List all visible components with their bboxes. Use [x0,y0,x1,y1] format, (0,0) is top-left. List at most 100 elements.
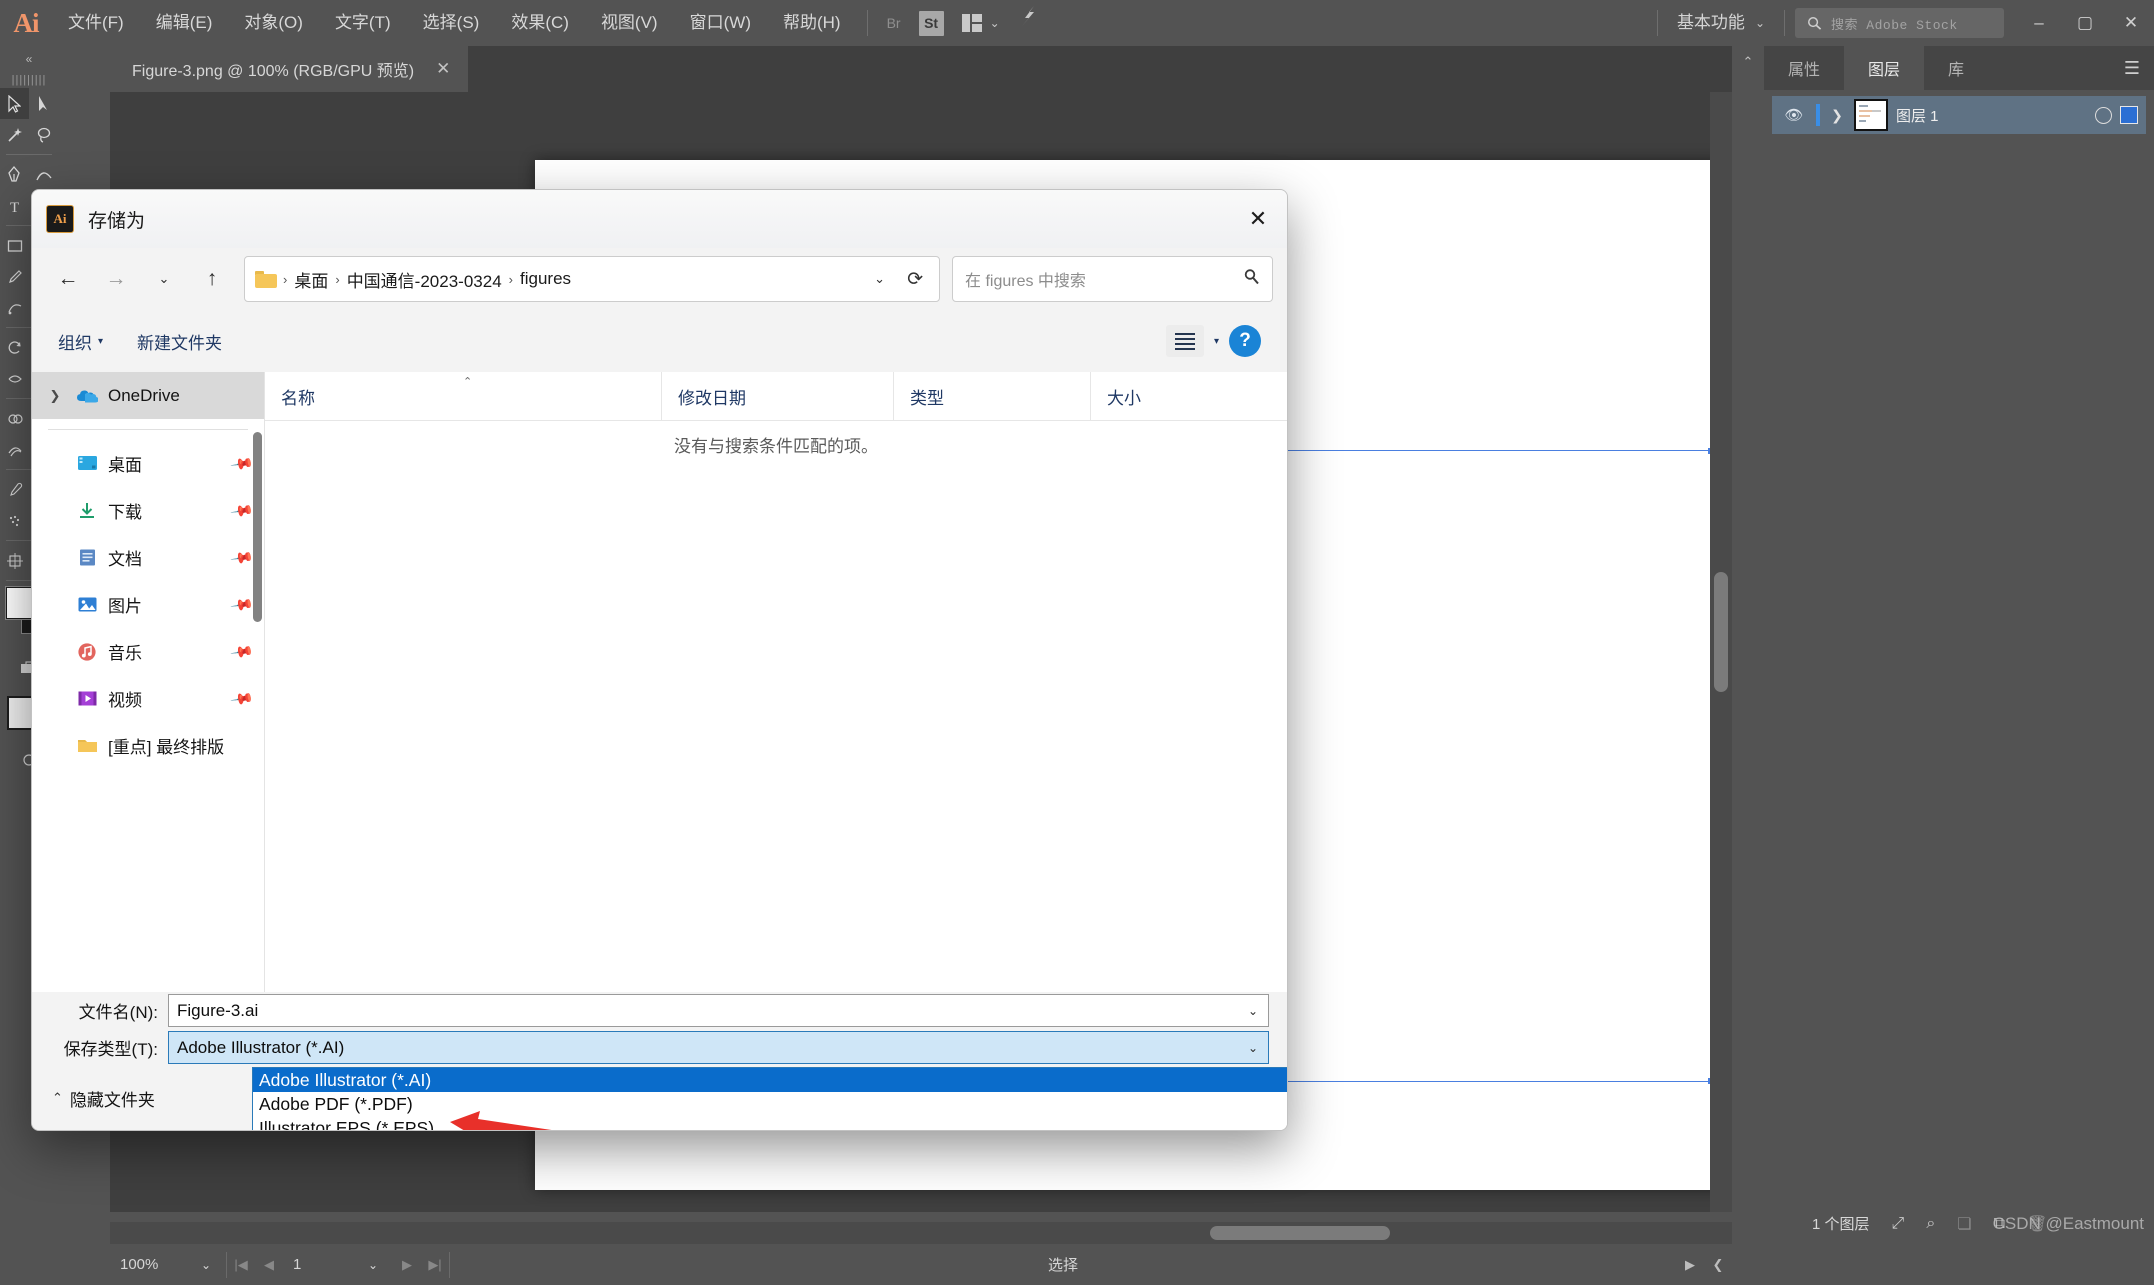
forward-button[interactable]: → [94,257,138,301]
column-header-date[interactable]: 修改日期 [662,372,894,420]
paintbrush-tool[interactable] [0,261,29,292]
menu-view[interactable]: 视图(V) [585,0,674,46]
chevron-down-icon[interactable]: ⌄ [1248,1041,1258,1055]
back-button[interactable]: ← [46,257,90,301]
expand-panels-button[interactable]: ⌃ [1732,46,1764,1244]
close-icon[interactable]: ✕ [436,59,450,79]
selection-color-swatch[interactable] [2120,106,2138,124]
chevron-down-icon[interactable]: ⌄ [1248,1004,1258,1018]
artboard-number[interactable]: 1 [283,1244,353,1285]
tab-properties[interactable]: 属性 [1764,46,1844,90]
shaper-tool[interactable] [0,292,29,323]
rectangle-tool[interactable] [0,230,29,261]
view-options-icon[interactable] [1165,325,1204,357]
pin-icon[interactable]: 📌 [230,451,256,477]
target-circle-icon[interactable] [2095,106,2112,124]
dropdown-option-ai[interactable]: Adobe Illustrator (*.AI) [253,1068,1287,1092]
pin-icon[interactable]: 📌 [230,545,256,571]
tab-layers[interactable]: 图层 [1844,46,1925,90]
breadcrumb[interactable]: › 桌面 › 中国通信-2023-0324 › figures ⌄ ⟳ [244,256,940,302]
filetype-combobox[interactable]: Adobe Illustrator (*.AI) ⌄ [168,1031,1269,1064]
panel-menu-icon[interactable]: ☰ [2124,46,2140,90]
discover-icon[interactable] [1009,0,1049,46]
nav-item-folder[interactable]: [重点] 最终排版 [32,722,264,769]
nav-item-videos[interactable]: 视频 📌 [32,675,264,722]
lasso-tool[interactable] [29,119,58,150]
column-header-type[interactable]: 类型 [894,372,1091,420]
selection-tool[interactable] [0,88,29,119]
nav-item-documents[interactable]: 文档 📌 [32,534,264,581]
chevron-down-icon[interactable]: ▾ [1214,336,1219,347]
filetype-dropdown-list[interactable]: Adobe Illustrator (*.AI) Adobe PDF (*.PD… [252,1067,1287,1130]
nav-item-pictures[interactable]: 图片 📌 [32,581,264,628]
column-header-name[interactable]: ⌃ 名称 [265,372,662,420]
menu-effect[interactable]: 效果(C) [495,0,585,46]
panel-grip[interactable]: ||||||||| [0,72,58,88]
nav-item-downloads[interactable]: 下载 📌 [32,487,264,534]
up-one-level-button[interactable]: ↑ [190,257,234,301]
scrollbar-thumb[interactable] [1714,572,1728,692]
hide-folders-button[interactable]: ⌃ 隐藏文件夹 [52,1086,155,1111]
new-sublayer-icon[interactable]: ❏ [1957,1214,1971,1234]
recent-locations-button[interactable]: ⌄ [142,257,186,301]
arrange-documents-icon[interactable]: ⌄ [953,0,1009,46]
mesh-tool[interactable] [0,434,29,465]
search-input[interactable]: 在 figures 中搜索 [952,256,1273,302]
menu-edit[interactable]: 编辑(E) [140,0,229,46]
curvature-tool[interactable] [29,159,58,190]
artboard-tool[interactable] [0,545,29,576]
window-close-button[interactable]: ✕ [2108,0,2154,46]
pin-icon[interactable]: 📌 [230,686,256,712]
menu-type[interactable]: 文字(T) [319,0,407,46]
layer-name[interactable]: 图层 1 [1896,105,2087,126]
play-icon[interactable]: ▶ [1676,1244,1704,1285]
next-artboard-icon[interactable]: ▶ [393,1244,421,1285]
refresh-icon[interactable]: ⟳ [897,268,933,291]
breadcrumb-item-project[interactable]: 中国通信-2023-0324 [342,267,507,292]
zoom-level[interactable]: 100% [110,1244,186,1285]
last-artboard-icon[interactable]: ▶| [421,1244,449,1285]
magic-wand-tool[interactable] [0,119,29,150]
shape-builder-tool[interactable] [0,403,29,434]
stock-icon[interactable]: St [910,0,953,46]
bridge-icon[interactable]: Br [878,0,910,46]
type-tool[interactable]: T [0,190,29,221]
pin-icon[interactable]: 📌 [230,498,256,524]
filename-input[interactable]: Figure-3.ai ⌄ [168,994,1269,1027]
canvas-vertical-scrollbar[interactable] [1710,92,1732,1212]
breadcrumb-item-desktop[interactable]: 桌面 [289,267,333,292]
locate-object-icon[interactable]: ⤢ [1892,1215,1905,1233]
artboard-dropdown-icon[interactable]: ⌄ [353,1244,393,1285]
direct-selection-tool[interactable] [29,88,58,119]
first-artboard-icon[interactable]: |◀ [227,1244,255,1285]
menu-help[interactable]: 帮助(H) [767,0,857,46]
menu-file[interactable]: 文件(F) [52,0,140,46]
canvas-horizontal-scrollbar[interactable] [110,1222,1732,1244]
pin-icon[interactable]: 📌 [230,639,256,665]
eyedropper-tool[interactable] [0,474,29,505]
chevron-right-icon[interactable]: ❯ [1828,107,1846,124]
eye-icon[interactable]: 👁 [1780,106,1808,124]
file-list-pane[interactable]: ⌃ 名称 修改日期 类型 大小 没有与搜索条件匹配的项。 [265,372,1287,992]
zoom-dropdown-icon[interactable]: ⌄ [186,1244,226,1285]
nav-item-desktop[interactable]: 桌面 📌 [32,440,264,487]
layer-row[interactable]: 👁 ❯ 图层 1 [1772,96,2146,134]
workspace-switcher[interactable]: 基本功能 ⌄ [1668,0,1774,46]
rotate-tool[interactable] [0,332,29,363]
organize-button[interactable]: 组织 ▾ [58,329,103,354]
collapse-status-icon[interactable]: ❮ [1704,1244,1732,1285]
dialog-close-button[interactable]: ✕ [1229,190,1287,248]
new-folder-button[interactable]: 新建文件夹 [137,329,222,354]
menu-object[interactable]: 对象(O) [228,0,319,46]
document-tab[interactable]: Figure-3.png @ 100% (RGB/GPU 预览) ✕ [110,46,469,92]
chevron-down-icon[interactable]: ⌄ [862,271,897,287]
dropdown-option-pdf[interactable]: Adobe PDF (*.PDF) [253,1092,1287,1116]
pen-tool[interactable] [0,159,29,190]
menu-select[interactable]: 选择(S) [407,0,496,46]
previous-artboard-icon[interactable]: ◀ [255,1244,283,1285]
nav-item-music[interactable]: 音乐 📌 [32,628,264,675]
menu-window[interactable]: 窗口(W) [674,0,767,46]
nav-pane-scrollbar[interactable] [253,432,262,622]
make-clipping-mask-icon[interactable]: ⌕ [1926,1215,1935,1233]
tab-libraries[interactable]: 库 [1924,46,1988,90]
